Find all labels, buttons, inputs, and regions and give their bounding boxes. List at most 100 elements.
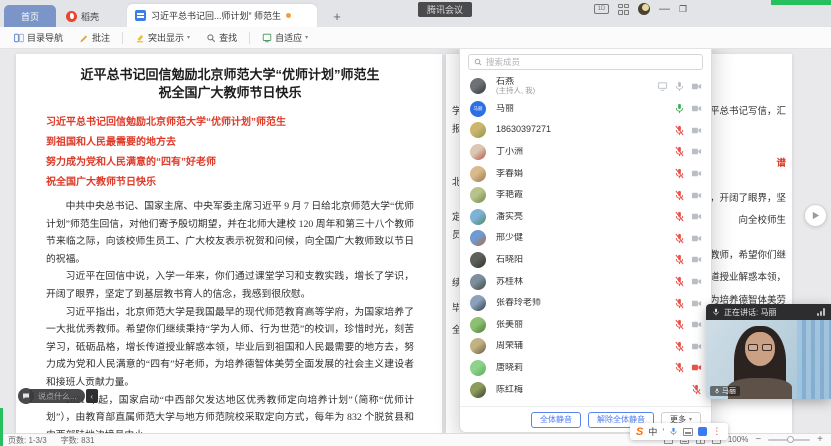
member-row[interactable]: 邢少健	[460, 228, 711, 250]
mic-icon[interactable]	[674, 168, 685, 179]
camera-icon[interactable]	[691, 319, 702, 330]
mute-all-button[interactable]: 全体静音	[531, 412, 581, 428]
ime-punctuation-toggle[interactable]: ’	[662, 427, 664, 437]
camera-icon[interactable]	[691, 146, 702, 157]
mic-icon[interactable]	[674, 298, 685, 309]
mic-icon[interactable]	[674, 276, 685, 287]
mic-icon	[712, 308, 720, 316]
camera-icon[interactable]	[691, 103, 702, 114]
ime-more-icon[interactable]: ⋮	[712, 426, 722, 437]
camera-icon[interactable]	[691, 190, 702, 201]
mic-icon[interactable]	[674, 211, 685, 222]
tencent-meeting-overlay-label[interactable]: 腾讯会议	[418, 2, 472, 17]
highlight-icon	[135, 33, 145, 43]
autofit-button[interactable]: 自适应 ▾	[256, 29, 314, 47]
member-name: 张春玲老师	[496, 298, 674, 308]
member-search-box[interactable]	[468, 54, 703, 70]
next-page-button[interactable]	[804, 204, 827, 227]
mic-icon[interactable]	[674, 146, 685, 157]
camera-icon[interactable]	[691, 211, 702, 222]
doc-red-line: 努力成为党和人民满意的“四有”好老师	[46, 153, 414, 173]
camera-icon[interactable]	[691, 125, 702, 136]
camera-icon[interactable]	[691, 298, 702, 309]
zoom-slider[interactable]	[768, 439, 810, 441]
autofit-caret-icon: ▾	[305, 34, 308, 41]
camera-icon[interactable]	[691, 233, 702, 244]
chat-input[interactable]: 说点什么...	[30, 389, 85, 403]
mic-icon[interactable]	[674, 190, 685, 201]
wps-tab-bar: 首页 稻壳 习近平总书记回...师计划” 师范生 +	[0, 0, 831, 27]
member-av-controls	[674, 168, 702, 179]
toc-nav-button[interactable]: 目录导航	[8, 29, 69, 47]
member-row[interactable]: 石燕(主持人, 我)	[460, 74, 711, 98]
zoom-in-button[interactable]: +	[817, 436, 823, 444]
mic-icon[interactable]	[674, 362, 685, 373]
member-row[interactable]: 李艳霞	[460, 184, 711, 206]
camera-icon[interactable]	[691, 276, 702, 287]
find-button[interactable]: 查找	[200, 29, 243, 47]
zoom-slider-thumb[interactable]	[787, 436, 794, 443]
mic-icon[interactable]	[674, 254, 685, 265]
meeting-video-window[interactable]: 正在讲话: 马丽 马丽	[706, 304, 831, 399]
member-row[interactable]: 张美丽	[460, 314, 711, 336]
member-name: 陈红梅	[496, 385, 691, 395]
annotate-button[interactable]: 批注	[73, 29, 116, 47]
tab-document-active[interactable]: 习近平总书记回...师计划” 师范生	[127, 4, 317, 27]
chat-collapse-button[interactable]: ‹	[86, 389, 98, 403]
split-view-icon[interactable]: 1D	[594, 4, 609, 14]
camera-icon[interactable]	[691, 254, 702, 265]
member-row[interactable]: 唐晓莉	[460, 357, 711, 379]
member-row[interactable]: 潘实亮	[460, 206, 711, 228]
member-av-controls	[674, 341, 702, 352]
ime-voice-icon[interactable]	[669, 427, 678, 436]
member-row[interactable]: 苏桂林	[460, 271, 711, 293]
doc-paragraph: 习近平指出，北京师范大学是我国最早的现代师范教育高等学府，为国家培养了一大批优秀…	[46, 304, 414, 392]
zoom-level-label[interactable]: 100%	[728, 435, 748, 444]
ime-logo-icon[interactable]: S	[636, 426, 643, 438]
member-av-controls	[674, 233, 702, 244]
page2-text-fragment: 向全校师生	[738, 212, 786, 226]
camera-icon[interactable]	[691, 362, 702, 373]
ime-skin-icon[interactable]	[698, 427, 707, 436]
zoom-out-button[interactable]: −	[755, 436, 761, 444]
mic-icon[interactable]	[674, 341, 685, 352]
mic-icon[interactable]	[674, 103, 685, 114]
member-row[interactable]: 张春玲老师	[460, 292, 711, 314]
mic-icon[interactable]	[674, 125, 685, 136]
camera-icon[interactable]	[691, 81, 702, 92]
restore-button[interactable]: ❐	[679, 4, 687, 15]
ime-mode-toggle[interactable]: 中	[648, 425, 657, 438]
mic-icon	[714, 388, 720, 394]
share-screen-icon[interactable]	[657, 81, 668, 92]
tab-home[interactable]: 首页	[4, 5, 56, 27]
camera-icon[interactable]	[691, 168, 702, 179]
video-titlebar: 正在讲话: 马丽	[706, 304, 831, 320]
docer-icon	[66, 11, 77, 22]
member-row[interactable]: 李春娟	[460, 163, 711, 185]
mic-icon[interactable]	[674, 233, 685, 244]
skin-theme-icon[interactable]	[638, 3, 650, 15]
member-name: 邢少健	[496, 233, 674, 243]
member-row[interactable]: 丁小洲	[460, 141, 711, 163]
member-avatar	[470, 360, 486, 376]
new-tab-button[interactable]: +	[327, 5, 347, 27]
member-search-input[interactable]	[486, 57, 697, 67]
curtain-background	[797, 320, 831, 399]
member-row[interactable]: 石晓阳	[460, 249, 711, 271]
grid-view-icon[interactable]	[618, 4, 629, 15]
mic-icon[interactable]	[674, 81, 685, 92]
doc-title-line1: 近平总书记回信勉励北京师范大学“优师计划”师范生	[46, 66, 414, 84]
mic-icon[interactable]	[691, 384, 702, 395]
member-row[interactable]: 马丽马丽	[460, 98, 711, 120]
ime-keyboard-icon[interactable]	[683, 428, 693, 436]
camera-icon[interactable]	[691, 341, 702, 352]
mic-icon[interactable]	[674, 319, 685, 330]
member-row[interactable]: 陈红梅	[460, 379, 711, 401]
member-row[interactable]: 18630397271	[460, 120, 711, 142]
minimize-button[interactable]: —	[659, 3, 670, 15]
signal-icon	[817, 308, 825, 316]
tab-docer[interactable]: 稻壳	[56, 5, 109, 27]
member-list[interactable]: 石燕(主持人, 我) 马丽马丽 18630397271 丁小洲 李春娟	[460, 72, 711, 406]
highlight-button[interactable]: 突出显示 ▾	[129, 29, 196, 47]
member-row[interactable]: 周荣辅	[460, 336, 711, 358]
